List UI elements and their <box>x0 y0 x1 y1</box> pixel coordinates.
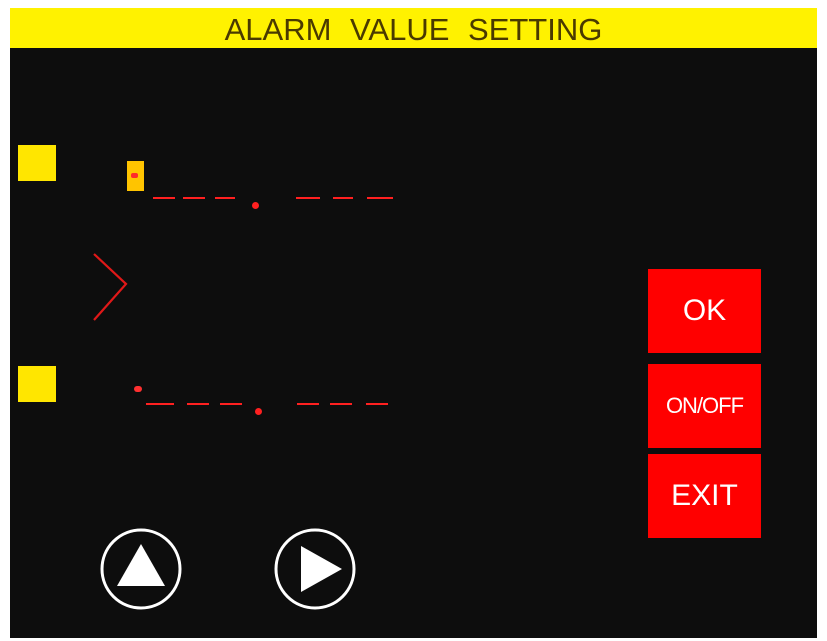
digit-segment <box>330 403 352 405</box>
digit-segment <box>333 197 353 199</box>
digit-segment <box>366 403 388 405</box>
on-off-button[interactable]: ON/OFF <box>648 364 761 448</box>
digit-segment <box>367 197 393 199</box>
digit-segment <box>134 386 142 392</box>
page-title: ALARM VALUE SETTING <box>224 12 603 47</box>
edit-cursor[interactable] <box>127 161 144 191</box>
title-bar: ALARM VALUE SETTING <box>10 8 817 48</box>
lower-limit-indicator <box>18 366 56 402</box>
digit-segment <box>215 197 235 199</box>
digit-segment <box>183 197 205 199</box>
exit-button[interactable]: EXIT <box>648 454 761 538</box>
digit-segment <box>296 197 320 199</box>
digit-segment <box>220 403 242 405</box>
alarm-setting-screen: ALARM VALUE SETTING OK ON/OFF EXIT <box>10 8 817 638</box>
up-arrow-icon <box>117 544 165 586</box>
digit-segment <box>297 403 319 405</box>
right-arrow-button[interactable] <box>272 526 358 612</box>
up-arrow-button[interactable] <box>98 526 184 612</box>
ok-button[interactable]: OK <box>648 269 761 353</box>
digit-segment <box>153 197 175 199</box>
digit-segment <box>146 403 174 405</box>
decimal-point <box>252 202 259 209</box>
cursor-segment <box>131 173 138 178</box>
right-arrow-icon <box>301 546 342 592</box>
decimal-point <box>255 408 262 415</box>
upper-limit-indicator <box>18 145 56 181</box>
digit-segment <box>187 403 209 405</box>
greater-than-icon <box>93 253 128 321</box>
